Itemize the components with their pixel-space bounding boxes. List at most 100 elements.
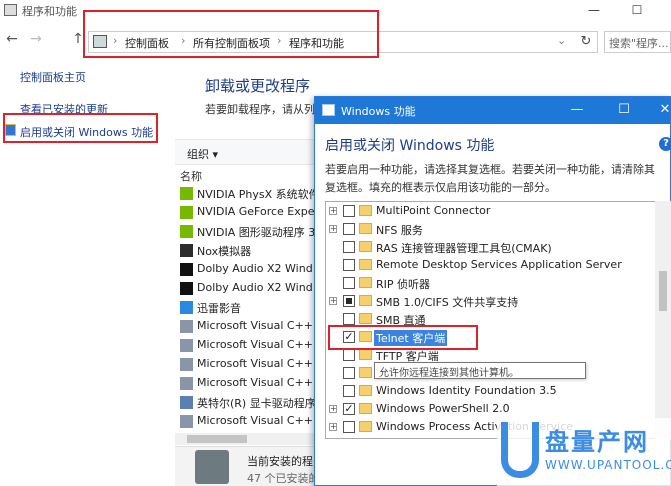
minimize-button[interactable]: —	[585, 1, 603, 19]
nvidia-icon	[180, 206, 193, 219]
watermark-logo: 盘量产网 WWW.UPANTOOL.COM	[497, 418, 671, 486]
feature-row[interactable]: RIP 侦听器	[326, 274, 654, 292]
folder-icon	[359, 277, 372, 288]
program-row[interactable]: Microsoft Visual C++	[180, 336, 330, 355]
folder-icon	[359, 295, 372, 306]
program-name: NVIDIA PhysX 系统软件	[197, 188, 320, 201]
feature-row[interactable]: + NFS 服务	[326, 220, 654, 238]
watermark-brand: 盘量产网	[545, 428, 649, 456]
program-row[interactable]: NVIDIA PhysX 系统软件	[180, 184, 330, 203]
horizontal-scrollbar[interactable]	[175, 433, 320, 445]
installer-icon	[180, 415, 193, 428]
program-name: Microsoft Visual C++	[197, 338, 314, 351]
feature-checkbox[interactable]	[343, 313, 355, 325]
feature-checkbox[interactable]	[343, 223, 355, 235]
dialog-minimize-button[interactable]: —	[565, 100, 589, 120]
feature-checkbox[interactable]	[343, 421, 355, 433]
dolby-icon	[180, 263, 193, 276]
feature-row[interactable]: + ✓ Windows PowerShell 2.0	[326, 400, 654, 418]
search-input[interactable]: 搜索"程序...	[604, 31, 671, 53]
feature-checkbox[interactable]	[343, 259, 355, 271]
feature-label: Windows PowerShell 2.0	[376, 402, 510, 415]
program-name: 迅雷影音	[197, 302, 241, 315]
feature-row[interactable]: + MultiPoint Connector	[326, 202, 654, 220]
program-row[interactable]: Dolby Audio X2 Wind	[180, 260, 330, 279]
program-row[interactable]: Microsoft Visual C++	[180, 317, 330, 336]
feature-row[interactable]: + SMB 1.0/CIFS 文件共享支持	[326, 292, 654, 310]
dialog-maximize-button[interactable]: ☐	[612, 100, 636, 120]
refresh-icon[interactable]: ↻	[576, 31, 596, 53]
feature-label: NFS 服务	[376, 224, 423, 237]
nox-icon	[180, 244, 193, 257]
program-name: Nox模拟器	[197, 245, 252, 258]
installer-icon	[180, 320, 193, 333]
sidebar-item-home[interactable]: 控制面板主页	[20, 69, 86, 85]
program-name: Dolby Audio X2 Wind	[197, 262, 313, 275]
folder-icon	[359, 241, 372, 252]
folder-icon	[359, 421, 372, 432]
column-header-name[interactable]: 名称	[180, 168, 202, 184]
program-row[interactable]: Microsoft Visual C++	[180, 412, 330, 431]
program-row[interactable]: NVIDIA 图形驱动程序 3	[180, 222, 330, 241]
maximize-button[interactable]: ☐	[628, 1, 646, 19]
dialog-close-button[interactable]: ✕	[653, 100, 671, 120]
telnet-highlight-box	[328, 325, 478, 350]
dolby-icon	[180, 282, 193, 295]
feature-label: SMB 1.0/CIFS 文件共享支持	[376, 296, 519, 309]
scrollbar-thumb[interactable]	[659, 271, 667, 311]
program-name: NVIDIA GeForce Expe	[197, 205, 315, 218]
feature-checkbox[interactable]	[343, 277, 355, 289]
feature-row[interactable]: RAS 连接管理器管理工具包(CMAK)	[326, 238, 654, 256]
program-row[interactable]: Microsoft Visual C++	[180, 374, 330, 393]
expand-icon[interactable]: +	[329, 405, 337, 413]
program-row[interactable]: Microsoft Visual C++	[180, 355, 330, 374]
folder-icon	[359, 367, 372, 378]
expand-icon[interactable]: +	[329, 297, 337, 305]
program-row[interactable]: 英特尔(R) 显卡驱动程序	[180, 393, 330, 412]
expand-icon[interactable]: +	[329, 207, 337, 215]
folder-icon	[359, 259, 372, 270]
feature-row[interactable]: Remote Desktop Services Application Serv…	[326, 256, 654, 274]
folder-icon	[359, 223, 372, 234]
watermark-url: WWW.UPANTOOL.COM	[545, 458, 671, 472]
installer-icon	[180, 377, 193, 390]
folder-icon	[359, 403, 372, 414]
u-logo-icon	[501, 422, 539, 478]
sidebar-highlight-box	[3, 113, 158, 143]
organize-button[interactable]: 组织 ▾	[187, 146, 218, 162]
program-row[interactable]: NVIDIA GeForce Expe	[180, 203, 330, 222]
folder-icon	[359, 349, 372, 360]
status-title: 当前安装的程	[247, 455, 313, 468]
page-title: 卸载或更改程序	[205, 77, 311, 95]
feature-checkbox[interactable]	[343, 205, 355, 217]
installer-icon	[180, 358, 193, 371]
program-name: Dolby Audio X2 Wind	[197, 281, 313, 294]
program-row[interactable]: Nox模拟器	[180, 241, 330, 260]
feature-tree: + MultiPoint Connector + NFS 服务 RAS 连接管理器管理工…	[325, 201, 665, 439]
installer-icon	[180, 339, 193, 352]
vertical-scrollbar[interactable]	[655, 201, 671, 439]
feature-checkbox[interactable]: ✓	[343, 403, 355, 415]
address-highlight-box	[83, 10, 379, 58]
expand-icon[interactable]: +	[329, 423, 337, 431]
feature-checkbox[interactable]	[343, 349, 355, 361]
feature-label: Windows Identity Foundation 3.5	[376, 384, 557, 397]
scrollbar-thumb[interactable]	[187, 435, 247, 443]
program-row[interactable]: 迅雷影音	[180, 298, 330, 317]
back-arrow-icon[interactable]: ←	[4, 31, 20, 47]
expand-icon[interactable]: +	[329, 225, 337, 233]
help-icon[interactable]: ?	[659, 137, 671, 151]
feature-row[interactable]: Windows Identity Foundation 3.5	[326, 382, 654, 400]
feature-checkbox[interactable]	[343, 367, 355, 379]
feature-checkbox[interactable]	[343, 295, 355, 307]
chevron-down-icon[interactable]: ⌄	[557, 34, 566, 47]
thunder-icon	[180, 301, 193, 314]
program-row[interactable]: Dolby Audio X2 Wind	[180, 279, 330, 298]
program-name: 英特尔(R) 显卡驱动程序	[197, 397, 316, 410]
forward-arrow-icon[interactable]: →	[28, 31, 44, 47]
folder-icon	[359, 385, 372, 396]
feature-label: RAS 连接管理器管理工具包(CMAK)	[376, 242, 552, 255]
window-title: 程序和功能	[22, 5, 77, 18]
feature-checkbox[interactable]	[343, 241, 355, 253]
feature-checkbox[interactable]	[343, 385, 355, 397]
